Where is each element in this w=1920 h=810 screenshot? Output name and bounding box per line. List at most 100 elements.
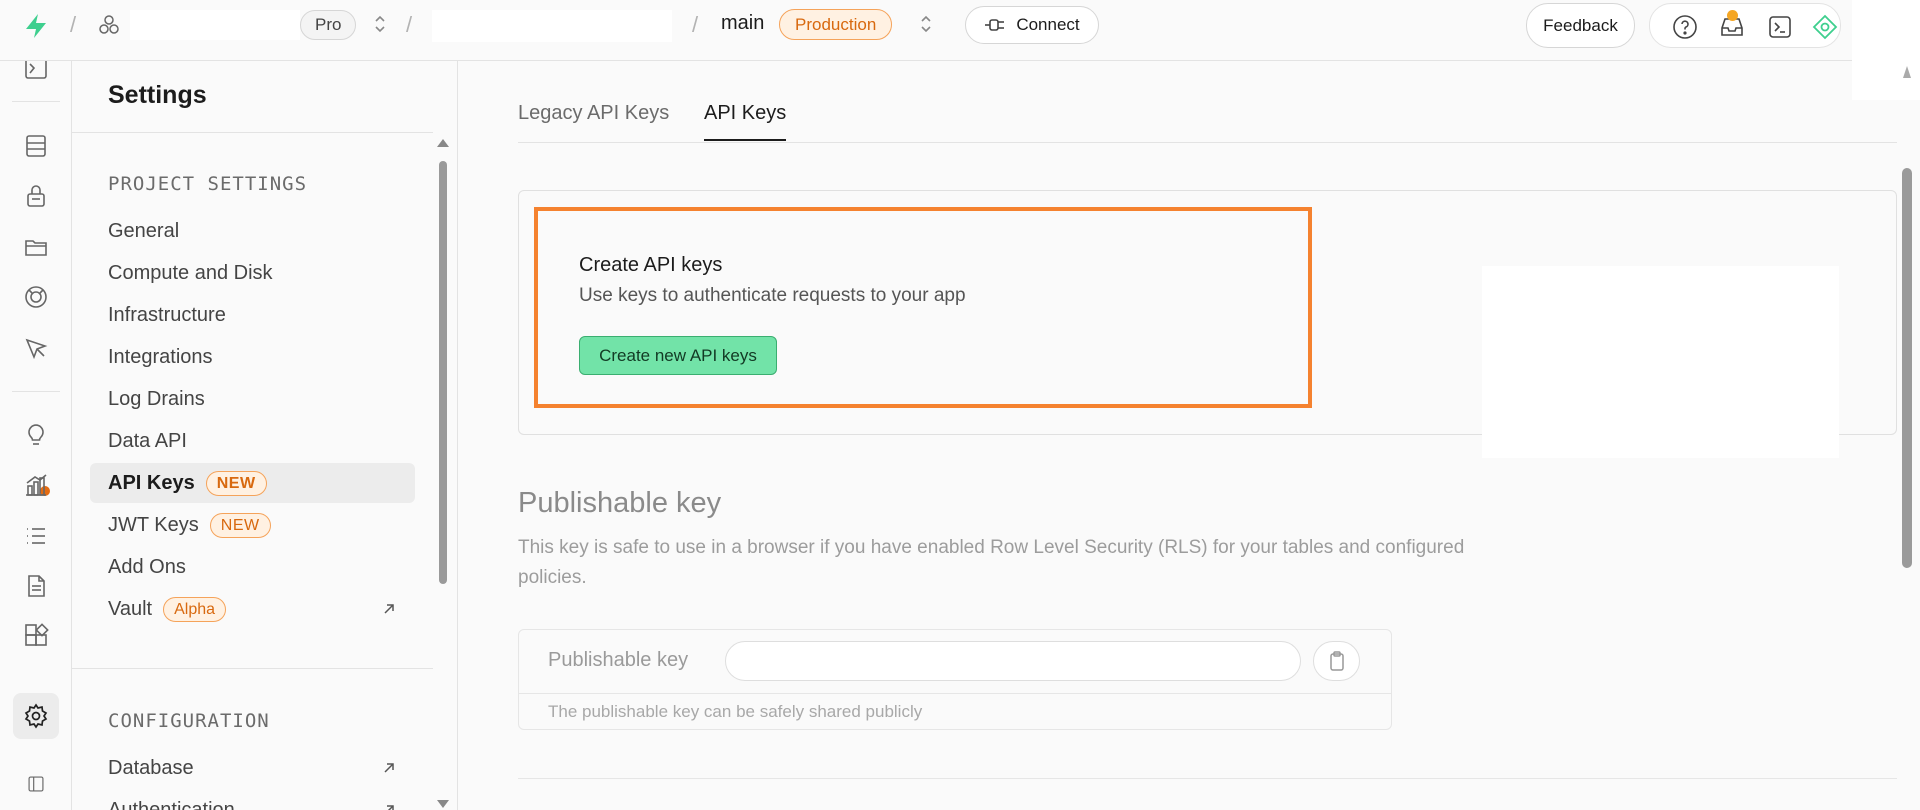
sidebar-title: Settings bbox=[108, 81, 207, 109]
table-editor-icon bbox=[26, 135, 46, 157]
realtime-icon bbox=[25, 286, 47, 308]
sidebar-item-label: Compute and Disk bbox=[108, 261, 273, 284]
publishable-key-label: Publishable key bbox=[548, 649, 689, 671]
sidebar-item-label: API Keys bbox=[108, 471, 195, 494]
advisors-icon bbox=[28, 424, 44, 445]
environment-badge: Production bbox=[779, 9, 893, 40]
sidebar-item-label: Database bbox=[108, 756, 194, 779]
settings-sidebar: Settings PROJECT SETTINGS General Comput… bbox=[72, 61, 458, 810]
publishable-key-footer-note: The publishable key can be safely shared… bbox=[548, 702, 923, 721]
sidebar-item-label: Vault bbox=[108, 597, 153, 620]
reports-icon bbox=[26, 474, 47, 496]
terminal-icon[interactable] bbox=[1767, 14, 1793, 40]
new-badge: NEW bbox=[205, 470, 267, 496]
sidebar-divider bbox=[72, 132, 433, 133]
sidebar-item-integrations[interactable]: Integrations bbox=[90, 337, 415, 377]
alpha-badge: Alpha bbox=[163, 596, 227, 622]
feedback-button[interactable]: Feedback bbox=[1526, 3, 1635, 48]
sidebar-item-label: Integrations bbox=[108, 345, 213, 368]
sidebar-item-label: JWT Keys bbox=[108, 513, 199, 536]
copy-publishable-key-button[interactable] bbox=[1313, 641, 1360, 681]
edge-cursor-icon bbox=[25, 338, 48, 360]
breadcrumb-separator: / bbox=[692, 12, 699, 37]
card-overlay-blank bbox=[1482, 266, 1839, 458]
help-icon[interactable] bbox=[1672, 14, 1698, 40]
rail-divider bbox=[12, 101, 60, 102]
sidebar-item-jwt-keys[interactable]: JWT Keys NEW bbox=[90, 505, 415, 545]
rail-item-reports[interactable] bbox=[17, 466, 55, 504]
connect-button[interactable]: Connect bbox=[965, 6, 1099, 44]
rail-item-storage[interactable] bbox=[17, 228, 55, 266]
publishable-key-input[interactable] bbox=[725, 641, 1301, 681]
settings-icon bbox=[24, 703, 48, 729]
notification-dot bbox=[1727, 10, 1738, 21]
rail-item-settings[interactable] bbox=[13, 693, 59, 739]
page-scroll-up-arrow[interactable] bbox=[1902, 64, 1912, 82]
organization-icon bbox=[99, 15, 119, 34]
organization-name-redacted[interactable] bbox=[130, 10, 300, 40]
supabase-logo-icon[interactable] bbox=[22, 12, 50, 40]
rail-item-api-docs[interactable] bbox=[17, 567, 55, 605]
sidebar-item-infrastructure[interactable]: Infrastructure bbox=[90, 295, 415, 335]
page-scrollbar-thumb[interactable] bbox=[1902, 168, 1912, 568]
sidebar-item-label: General bbox=[108, 219, 180, 242]
external-link-icon bbox=[384, 763, 394, 773]
clipboard-icon bbox=[1329, 651, 1344, 671]
rail-item-collapse[interactable] bbox=[17, 765, 55, 803]
plug-icon bbox=[985, 19, 1005, 31]
section-heading-project-settings: PROJECT SETTINGS bbox=[108, 173, 308, 195]
sidebar-item-vault[interactable]: Vault Alpha bbox=[90, 589, 415, 629]
sidebar-item-compute-and-disk[interactable]: Compute and Disk bbox=[90, 253, 415, 293]
sidebar-item-database[interactable]: Database bbox=[90, 748, 415, 788]
create-new-api-keys-button[interactable]: Create new API keys bbox=[579, 336, 777, 375]
sidebar-item-log-drains[interactable]: Log Drains bbox=[90, 379, 415, 419]
branch-switcher-chevron-icon[interactable] bbox=[919, 13, 933, 35]
toolbar-icon-group bbox=[1649, 3, 1841, 48]
api-docs-icon bbox=[28, 575, 45, 597]
authentication-icon bbox=[27, 185, 45, 207]
breadcrumb-separator: / bbox=[70, 12, 77, 37]
section-heading-configuration: CONFIGURATION bbox=[108, 710, 270, 732]
publishable-key-heading: Publishable key bbox=[518, 487, 722, 519]
rail-item-edge-functions[interactable] bbox=[17, 330, 55, 368]
section-divider bbox=[518, 778, 1897, 779]
sidebar-item-api-keys[interactable]: API Keys NEW bbox=[90, 463, 415, 503]
rail-item-logs[interactable] bbox=[17, 517, 55, 555]
highlight-box bbox=[534, 207, 1312, 408]
tab-legacy-api-keys[interactable]: Legacy API Keys bbox=[518, 102, 669, 139]
panel-divider bbox=[519, 693, 1391, 694]
top-bar: / Pro / / main Production Connect Feedba… bbox=[0, 0, 1852, 61]
sidebar-divider bbox=[72, 668, 433, 669]
external-link-icon bbox=[384, 604, 394, 614]
create-api-keys-subtitle: Use keys to authenticate requests to you… bbox=[579, 285, 966, 306]
breadcrumb-separator: / bbox=[406, 12, 413, 37]
sidebar-item-label: Authentication bbox=[108, 798, 235, 810]
sidebar-item-add-ons[interactable]: Add Ons bbox=[90, 547, 415, 587]
org-switcher-chevron-icon[interactable] bbox=[373, 13, 387, 35]
sidebar-item-label: Data API bbox=[108, 429, 187, 452]
collapse-icon bbox=[28, 776, 44, 792]
sidebar-scrollbar-thumb[interactable] bbox=[439, 161, 447, 584]
sidebar-item-label: Log Drains bbox=[108, 387, 205, 410]
sidebar-item-label: Infrastructure bbox=[108, 303, 226, 326]
storage-icon bbox=[25, 240, 47, 256]
sidebar-item-data-api[interactable]: Data API bbox=[90, 421, 415, 461]
sidebar-item-authentication[interactable]: Authentication bbox=[90, 790, 415, 810]
rail-item-integrations[interactable] bbox=[17, 617, 55, 655]
rail-item-authentication[interactable] bbox=[17, 177, 55, 215]
rail-divider bbox=[12, 391, 60, 392]
branch-name[interactable]: main bbox=[721, 12, 764, 35]
logs-icon bbox=[27, 528, 45, 544]
sidebar-item-general[interactable]: General bbox=[90, 211, 415, 251]
api-keys-tabs: Legacy API Keys API Keys bbox=[518, 91, 1897, 143]
create-api-keys-title: Create API keys bbox=[579, 254, 723, 276]
rail-item-realtime[interactable] bbox=[17, 278, 55, 316]
new-badge: NEW bbox=[209, 512, 271, 538]
tab-api-keys[interactable]: API Keys bbox=[704, 102, 787, 141]
rail-item-advisors[interactable] bbox=[17, 416, 55, 454]
sidebar-item-label: Add Ons bbox=[108, 555, 186, 578]
rail-item-table-editor[interactable] bbox=[17, 127, 55, 165]
assistant-icon[interactable] bbox=[1812, 14, 1838, 40]
project-name-redacted[interactable] bbox=[432, 10, 672, 42]
plan-badge: Pro bbox=[300, 10, 357, 40]
